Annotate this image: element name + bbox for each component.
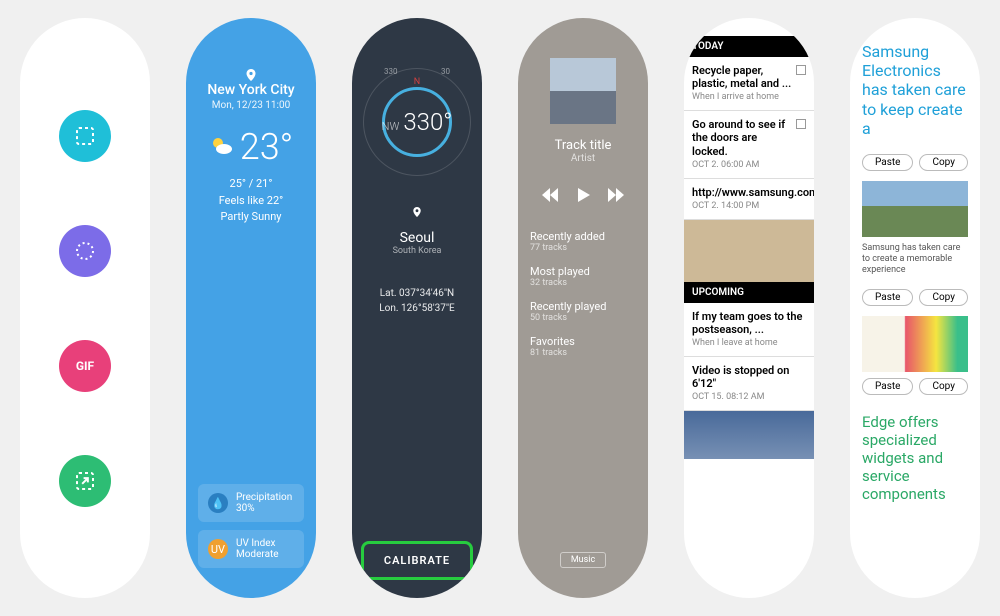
- task-image: [684, 220, 814, 282]
- task-item[interactable]: http://www.samsung.comOCT 2. 14:00 PM: [684, 179, 814, 220]
- weather-panel: New York City Mon, 12/23 11:00 23° 25° /…: [186, 18, 316, 598]
- music-panel: Track title Artist Recently added77 trac…: [518, 18, 648, 598]
- play-icon[interactable]: [576, 188, 590, 202]
- today-header: TODAY: [684, 36, 814, 57]
- precip-label: Precipitation: [236, 492, 292, 503]
- clipboard-panel: Samsung Electronics has taken care to ke…: [850, 18, 980, 598]
- gif-icon: GIF: [76, 359, 94, 373]
- sun-cloud-icon: [209, 134, 235, 160]
- select-rect-icon: [74, 125, 96, 147]
- reminders-panel: TODAY Recycle paper, plastic, metal and …: [684, 18, 814, 598]
- weather-condition: Partly Sunny: [219, 209, 284, 226]
- weather-hilo: 25° / 21°: [219, 176, 284, 193]
- uv-box[interactable]: UV UV Index Moderate: [198, 530, 304, 568]
- weather-temp: 23°: [240, 126, 294, 168]
- precip-value: 30%: [236, 503, 292, 514]
- weather-city: New York City: [207, 82, 294, 98]
- paste-button[interactable]: Paste: [862, 378, 913, 395]
- copy-button[interactable]: Copy: [919, 378, 968, 395]
- uv-icon: UV: [208, 539, 228, 559]
- compass-country: South Korea: [393, 246, 442, 256]
- list-item[interactable]: Favorites81 tracks: [530, 329, 636, 364]
- compass-city: Seoul: [400, 230, 435, 246]
- uv-value: Moderate: [236, 549, 279, 560]
- calibrate-button[interactable]: CALIBRATE: [361, 541, 473, 580]
- tools-panel: GIF: [20, 18, 150, 598]
- copy-button[interactable]: Copy: [919, 289, 968, 306]
- compass-dial: 330 30 N NW330°: [363, 68, 471, 176]
- location-icon: [411, 206, 423, 218]
- select-rect-button[interactable]: [59, 110, 111, 162]
- select-oval-icon: [74, 240, 96, 262]
- compass-heading: NW330°: [382, 108, 453, 136]
- task-item[interactable]: Recycle paper, plastic, metal and ...Whe…: [684, 57, 814, 111]
- task-image: [684, 411, 814, 459]
- paste-button[interactable]: Paste: [862, 154, 913, 171]
- paste-button[interactable]: Paste: [862, 289, 913, 306]
- pin-button[interactable]: [59, 455, 111, 507]
- compass-panel: 330 30 N NW330° Seoul South Korea Lat. 0…: [352, 18, 482, 598]
- copy-button[interactable]: Copy: [919, 154, 968, 171]
- clip-image: [862, 316, 968, 372]
- prev-icon[interactable]: [542, 188, 558, 202]
- checkbox-icon[interactable]: [796, 119, 806, 129]
- pin-icon: [74, 470, 96, 492]
- track-artist: Artist: [571, 153, 595, 164]
- clip-excerpt-2: Edge offers specialized widgets and serv…: [862, 413, 968, 503]
- precip-box[interactable]: 💧 Precipitation 30%: [198, 484, 304, 522]
- task-item[interactable]: If my team goes to the postseason, ...Wh…: [684, 303, 814, 357]
- list-item[interactable]: Most played32 tracks: [530, 259, 636, 294]
- compass-coords: Lat. 037°34'46"N Lon. 126°58'37"E: [379, 286, 454, 316]
- checkbox-icon[interactable]: [796, 65, 806, 75]
- clip-excerpt: Samsung Electronics has taken care to ke…: [862, 42, 968, 138]
- track-title: Track title: [555, 138, 612, 153]
- list-item[interactable]: Recently played50 tracks: [530, 294, 636, 329]
- compass-north: N: [414, 77, 420, 87]
- upcoming-header: UPCOMING: [684, 282, 814, 303]
- select-oval-button[interactable]: [59, 225, 111, 277]
- uv-label: UV Index: [236, 538, 279, 549]
- compass-tick: 330: [384, 67, 398, 76]
- weather-stats: 25° / 21° Feels like 22° Partly Sunny: [219, 176, 284, 226]
- compass-lon: Lon. 126°58'37"E: [379, 301, 454, 316]
- compass-tick: 30: [441, 67, 450, 76]
- next-icon[interactable]: [608, 188, 624, 202]
- task-item[interactable]: Video is stopped on 6'12"OCT 15. 08:12 A…: [684, 357, 814, 411]
- album-art[interactable]: [550, 58, 616, 124]
- compass-lat: Lat. 037°34'46"N: [379, 286, 454, 301]
- gif-button[interactable]: GIF: [59, 340, 111, 392]
- clip-body: Samsung has taken care to create a memor…: [862, 243, 968, 277]
- location-icon: [244, 68, 258, 82]
- music-chip[interactable]: Music: [560, 552, 606, 568]
- clip-image: [862, 181, 968, 237]
- task-item[interactable]: Go around to see if the doors are locked…: [684, 111, 814, 178]
- weather-date: Mon, 12/23 11:00: [212, 100, 290, 111]
- droplet-icon: 💧: [208, 493, 228, 513]
- list-item[interactable]: Recently added77 tracks: [530, 224, 636, 259]
- weather-feels: Feels like 22°: [219, 193, 284, 210]
